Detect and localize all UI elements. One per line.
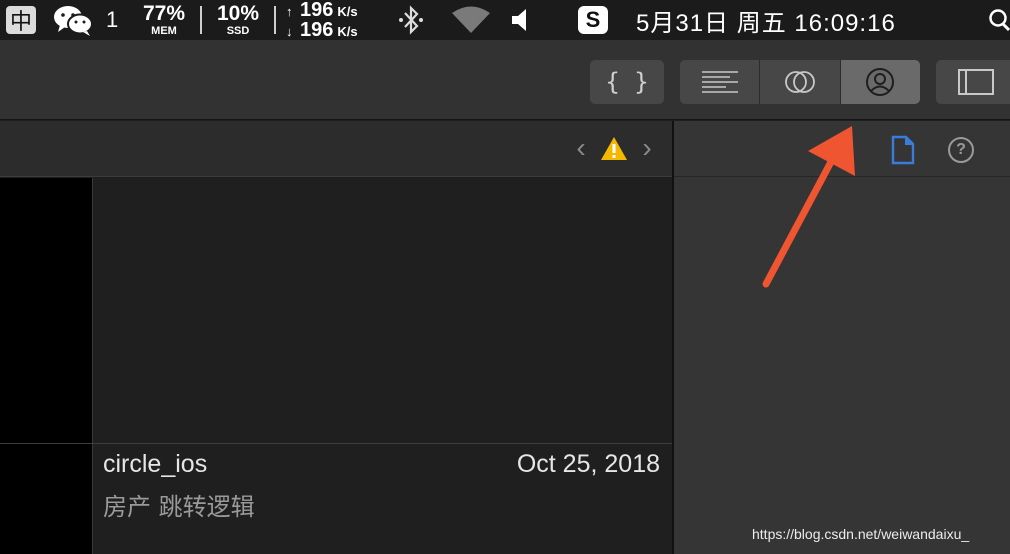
divider (200, 6, 202, 34)
library-button[interactable]: { } (590, 60, 664, 104)
menu-bar: 中 1 77% MEM 10% SSD ↑ 196 K/s ↓ 196 K/s (0, 0, 1010, 40)
next-issue-button[interactable]: › (636, 132, 658, 163)
editor-gutter (0, 178, 92, 554)
assistant-editor-button[interactable] (760, 60, 841, 104)
ssd-monitor[interactable]: 10% SSD (216, 0, 260, 40)
network-monitor[interactable]: ↑ 196 K/s ↓ 196 K/s (286, 0, 358, 40)
user-circle-icon (866, 68, 895, 96)
memory-monitor[interactable]: 77% MEM (142, 0, 186, 40)
inspector-selector-bar: ? (674, 121, 1010, 177)
editor-jump-bar: ‹ › (0, 121, 672, 177)
venn-circles-icon (785, 71, 815, 93)
bluetooth-icon[interactable] (398, 0, 424, 40)
sidebar-panel-icon (958, 69, 994, 95)
commit-title[interactable]: circle_ios (103, 450, 207, 479)
wechat-unread-count: 1 (106, 7, 119, 32)
menu-clock[interactable]: 5月31日 周五 16:09:16 (636, 0, 896, 40)
align-lines-icon (701, 71, 738, 93)
window-toolbar: { } (0, 40, 1010, 120)
download-speed: 196 (300, 19, 334, 41)
download-arrow-icon: ↓ (286, 24, 293, 39)
download-unit: K/s (337, 24, 358, 39)
upload-arrow-icon: ↑ (286, 4, 293, 19)
file-inspector-icon[interactable] (890, 135, 916, 165)
input-method-label: 中 (9, 10, 32, 35)
quick-help-icon[interactable]: ? (948, 137, 974, 163)
watermark-text: https://blog.csdn.net/weiwandaixu_ (752, 526, 970, 542)
wifi-icon[interactable] (450, 0, 492, 40)
show-navigator-button[interactable] (936, 60, 1010, 104)
volume-icon[interactable] (510, 0, 532, 40)
divider (274, 6, 276, 34)
input-method-icon[interactable]: 中 (6, 6, 36, 35)
version-editor-button[interactable] (840, 60, 920, 104)
memory-value: 77% (142, 2, 186, 25)
warning-icon[interactable] (600, 135, 628, 163)
spotlight-search-icon[interactable] (988, 0, 1010, 40)
divider (0, 443, 672, 444)
sogou-label: S (585, 7, 601, 32)
commit-date: Oct 25, 2018 (516, 450, 660, 478)
editor-mode-segmented-control[interactable] (680, 60, 920, 104)
previous-issue-button[interactable]: ‹ (570, 132, 592, 163)
memory-label: MEM (151, 25, 177, 37)
ssd-value: 10% (216, 2, 260, 25)
commit-message: 房产 跳转逻辑 (103, 493, 255, 521)
standard-editor-button[interactable] (680, 60, 761, 104)
inspector-pane: ? (674, 121, 1010, 554)
upload-speed: 196 (300, 0, 334, 21)
sogou-input-icon[interactable]: S (578, 6, 608, 34)
braces-icon: { } (605, 68, 649, 96)
upload-unit: K/s (337, 4, 358, 19)
wechat-icon[interactable] (52, 0, 94, 40)
ssd-label: SSD (226, 25, 250, 37)
